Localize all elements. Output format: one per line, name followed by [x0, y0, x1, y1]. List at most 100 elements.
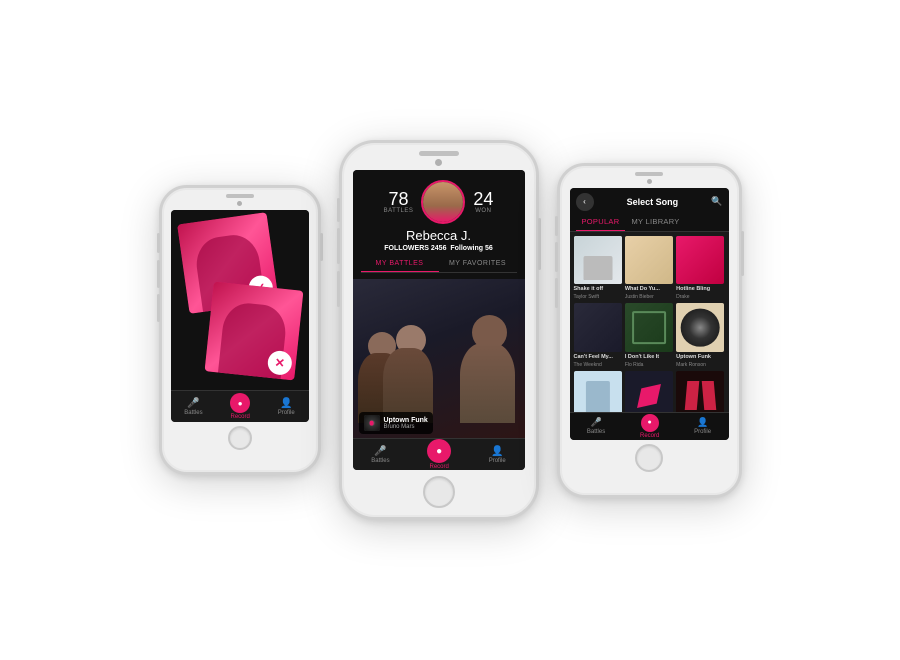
camera — [435, 159, 442, 166]
battles-icon-p2: 🎤 — [374, 446, 386, 457]
record-label: Record — [230, 414, 249, 420]
battles-stat-label: BATTLES — [384, 208, 414, 214]
song-tabs: POPULAR MY LIBRARY — [570, 211, 729, 232]
speaker — [419, 151, 459, 156]
profile-tabs: MY BATTLES MY FAVORITES — [361, 256, 517, 273]
nav-record-p2[interactable]: ● Record — [427, 439, 451, 470]
song-art-uptown — [676, 303, 724, 351]
x-icon: ✕ — [274, 355, 285, 370]
person3-body — [460, 343, 515, 423]
song-nav: 🎤 Battles ● Record 👤 Profile — [570, 412, 729, 440]
song-art-dontlike — [625, 303, 673, 351]
battles-nav-p3: Battles — [587, 429, 605, 435]
profile-icon-p3: 👤 — [697, 417, 708, 428]
profile-label: Profile — [278, 410, 295, 416]
profile-avatar[interactable] — [421, 180, 465, 224]
nav-record-p3[interactable]: ● Record — [640, 414, 659, 439]
screen-profile: 78 BATTLES 24 WON Rebecca J. FOLLO — [353, 170, 525, 470]
song-item-shake-it-off[interactable]: Shake it off Taylor Swift — [574, 236, 622, 301]
song-artist-4: Flo Rida — [625, 362, 673, 368]
song-artist: Bruno Mars — [384, 424, 428, 430]
battles-icon: 🎤 — [187, 398, 199, 409]
song-thumb — [364, 415, 380, 431]
song-artist-5: Mark Ronson — [676, 362, 724, 368]
song-title-0: Shake it off — [574, 286, 622, 293]
back-button[interactable]: ‹ — [576, 193, 594, 211]
card-bottom[interactable]: ✕ — [204, 282, 303, 381]
song-item-cheerleader[interactable]: Cheerleader Omi — [574, 371, 622, 411]
following-count: 56 — [485, 245, 493, 252]
followers-count: 2456 — [431, 245, 447, 252]
profile-nav: 🎤 Battles ● Record 👤 Profile — [353, 438, 525, 470]
camera-p3 — [647, 179, 652, 184]
song-grid: Shake it off Taylor Swift What Do Yu... … — [570, 232, 729, 412]
battles-count: 78 — [384, 190, 414, 208]
nav-battles-p3[interactable]: 🎤 Battles — [587, 417, 605, 435]
bottom-nav: 🎤 Battles ● Record 👤 Profile — [171, 390, 309, 422]
home-button-p2[interactable] — [423, 476, 455, 508]
screen-select-song: ‹ Select Song 🔍 POPULAR MY LIBRARY — [570, 188, 729, 440]
song-artist-0: Taylor Swift — [574, 294, 622, 300]
battles-cards: ✓ ✕ — [171, 210, 309, 390]
song-artist-3: The Weeknd — [574, 362, 622, 368]
phone-battles: ✓ ✕ 🎤 Ba — [159, 185, 321, 475]
nav-profile-p3[interactable]: 👤 Profile — [694, 417, 711, 435]
song-item-sugar[interactable]: Sugar Maroon 5 — [625, 371, 673, 411]
song-art-what — [625, 236, 673, 284]
song-title-1: What Do Yu... — [625, 286, 673, 293]
song-item-cant-feel[interactable]: Can't Feel My... The Weeknd — [574, 303, 622, 368]
song-art-sugar — [625, 371, 673, 411]
battles-stat: 78 BATTLES — [384, 190, 414, 214]
song-art-shake — [574, 236, 622, 284]
song-art-cheerleader — [574, 371, 622, 411]
tab-my-favorites[interactable]: MY FAVORITES — [439, 256, 517, 272]
profile-icon-p2: 👤 — [491, 446, 503, 457]
nav-profile-p2[interactable]: 👤 Profile — [489, 446, 506, 464]
record-btn-p2[interactable]: ● — [427, 439, 451, 463]
profile-content: Uptown Funk Bruno Mars — [353, 279, 525, 438]
song-item-what-do-you[interactable]: What Do Yu... Justin Bieber — [625, 236, 673, 301]
following-label: Following — [450, 245, 483, 252]
profile-nav-p3: Profile — [694, 429, 711, 435]
camera — [237, 201, 242, 206]
speaker-p3 — [635, 172, 663, 176]
nav-battles-p2[interactable]: 🎤 Battles — [371, 446, 389, 464]
profile-icon: 👤 — [280, 398, 292, 409]
battles-nav-label-p2: Battles — [371, 458, 389, 464]
search-button[interactable]: 🔍 — [711, 196, 722, 207]
profile-nav-label-p2: Profile — [489, 458, 506, 464]
record-icon-p3: ● — [648, 419, 652, 426]
won-stat: 24 WON — [473, 190, 493, 214]
song-item-hotline-bling[interactable]: Hotline Bling Drake — [676, 236, 724, 301]
won-stat-label: WON — [473, 208, 493, 214]
song-title: Uptown Funk — [384, 417, 428, 424]
record-button[interactable]: ● — [230, 393, 250, 413]
song-title-4: I Don't Like It — [625, 354, 673, 361]
song-card[interactable]: Uptown Funk Bruno Mars — [359, 412, 433, 434]
song-art-cantfeel — [574, 303, 622, 351]
tab-my-battles[interactable]: MY BATTLES — [361, 256, 439, 272]
battles-label: Battles — [184, 410, 202, 416]
song-art-hotline — [676, 236, 724, 284]
followers-label: FOLLOWERS — [384, 245, 429, 252]
select-song-title: Select Song — [627, 197, 679, 207]
nav-profile[interactable]: 👤 Profile — [278, 398, 295, 416]
song-title-3: Can't Feel My... — [574, 354, 622, 361]
home-button[interactable] — [228, 426, 252, 450]
record-nav-p3: Record — [640, 433, 659, 439]
record-icon-p2: ● — [436, 446, 442, 457]
song-item-want-to-want[interactable]: Want to Want... Jason Derulo — [676, 371, 724, 411]
tab-popular[interactable]: POPULAR — [576, 215, 626, 231]
song-item-dont-like[interactable]: I Don't Like It Flo Rida — [625, 303, 673, 368]
won-count: 24 — [473, 190, 493, 208]
home-button-p3[interactable] — [635, 444, 663, 472]
select-song-header: ‹ Select Song 🔍 — [570, 188, 729, 211]
song-item-uptown[interactable]: Uptown Funk Mark Ronson — [676, 303, 724, 368]
song-title-5: Uptown Funk — [676, 354, 724, 361]
phone-select-song: ‹ Select Song 🔍 POPULAR MY LIBRARY — [557, 163, 742, 498]
nav-battles[interactable]: 🎤 Battles — [184, 398, 202, 416]
nav-record[interactable]: ● Record — [230, 393, 250, 420]
tab-my-library[interactable]: MY LIBRARY — [625, 215, 685, 231]
record-btn-p3[interactable]: ● — [641, 414, 659, 432]
song-info: Uptown Funk Bruno Mars — [384, 417, 428, 430]
